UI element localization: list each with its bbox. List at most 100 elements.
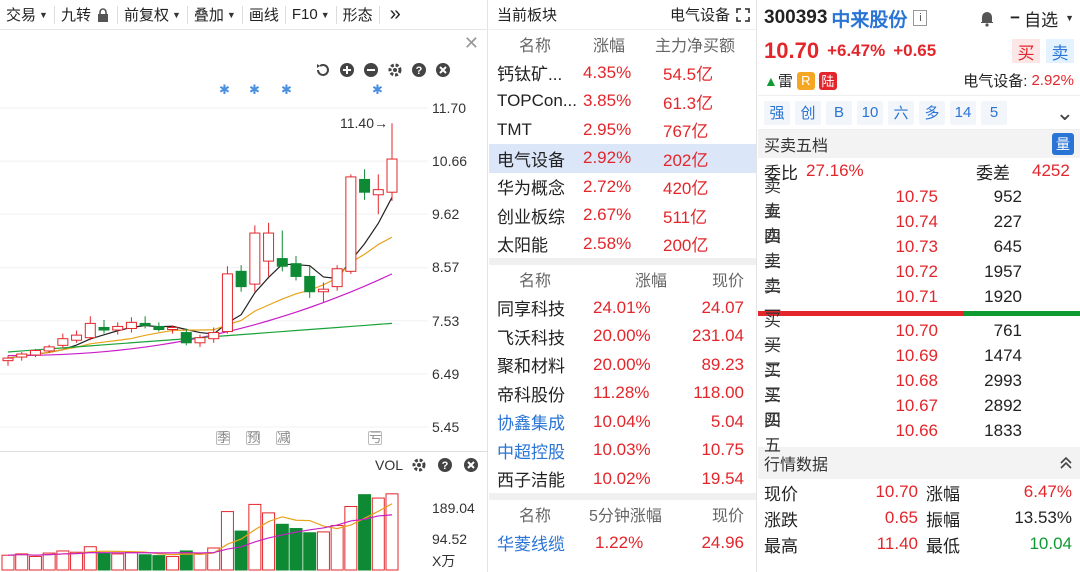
col-name[interactable]: 名称 [489,500,587,529]
stock-row[interactable]: 聚和材料 20.00% 89.23 [489,351,756,380]
collapse-up-icon[interactable] [1058,455,1074,471]
info-icon[interactable]: i [913,10,928,26]
close-circle-icon[interactable] [461,455,481,475]
sector-row[interactable]: TMT 2.95% 767亿 [489,116,756,145]
annotation-season[interactable]: 季 [216,431,230,445]
col-name[interactable]: 名称 [489,265,587,294]
stock-row[interactable]: 西子洁能 10.02% 19.54 [489,465,756,494]
mini-button[interactable]: 创 [795,100,821,125]
toolbar-adjust[interactable]: 前复权 ▼ [118,0,187,30]
buy-button[interactable]: 买 [1012,39,1040,63]
col-price[interactable]: 现价 [671,500,756,529]
sector-row[interactable]: TOPCon... 3.85% 61.3亿 [489,87,756,116]
zoom-in-icon[interactable] [337,60,357,80]
candlestick-chart[interactable] [0,0,488,572]
sector-amt: 54.5亿 [663,65,714,85]
stock-name[interactable]: 中来股份 [831,5,907,32]
expand-button[interactable]: » [380,0,411,30]
sector-name: 太阳能 [497,236,548,256]
stock-row[interactable]: 同享科技 24.01% 24.07 [489,294,756,323]
col-amt[interactable]: 主力净买额 [653,30,756,59]
bid-row[interactable]: 买四 10.67 2892 [758,386,1080,430]
col-pct[interactable]: 涨幅 [587,265,671,294]
mini-button[interactable]: 六 [888,100,914,125]
reset-icon[interactable] [313,60,333,80]
bid-row[interactable]: 买一 10.70 761 [758,311,1080,355]
ask-row[interactable]: 卖三 10.73 645 [758,227,1080,271]
volume-bar [330,525,344,571]
sector-row[interactable]: 华为概念 2.72% 420亿 [489,173,756,202]
mini-button[interactable]: B [826,100,852,125]
sector-label[interactable]: 电气设备: [963,70,1027,91]
stock-row[interactable]: 帝科股份 11.28% 118.00 [489,379,756,408]
tag-connect[interactable]: 陆 [818,71,837,90]
chevron-down-icon[interactable]: ⌄ [1056,101,1074,123]
toolbar-f10[interactable]: F10 ▼ [286,0,336,30]
ask-row[interactable]: 卖二 10.72 1957 [758,252,1080,296]
annotation-loss[interactable]: 亏 [368,431,382,445]
toolbar-overlay[interactable]: 叠加 ▼ [188,0,242,30]
quote-key: 最高 [764,536,798,556]
expand-icon[interactable] [736,7,750,22]
help-icon[interactable]: ? [409,60,429,80]
stock-row[interactable]: 飞沃科技 20.00% 231.04 [489,322,756,351]
mini-button[interactable]: 10 [857,100,883,125]
stock-price: 118.00 [693,383,744,403]
ask-row[interactable]: 卖一10.711920 [758,277,1080,321]
volume-label: VOL [374,457,403,473]
settings-icon[interactable] [409,455,429,475]
table-header: 名称 5分钟涨幅 现价 [489,500,756,529]
zoom-out-icon[interactable] [361,60,381,80]
bid-row[interactable]: 买二 10.69 1474 [758,336,1080,380]
volume-toggle-button[interactable]: 量 [1052,133,1074,155]
kline-panel: 交易 ▼ 九转 前复权 ▼ 叠加 ▼ 画线 F10 ▼ 形态 » ✕ ? ✱ ✱ ✱ ✱… [0,0,488,572]
watchlist-button[interactable]: − 自选 ▼ [1010,6,1074,31]
stock-row[interactable]: 中超控股 10.03% 10.75 [489,436,756,465]
toolbar-trade[interactable]: 交易 ▼ [0,0,54,30]
annotation-reduce[interactable]: 减 [276,431,290,445]
volume-header: VOL ? [375,455,487,475]
ask-row[interactable]: 卖五 10.75 952 [758,177,1080,221]
col-pct[interactable]: 涨幅 [577,30,653,59]
col-price[interactable]: 现价 [671,265,756,294]
bid-row[interactable]: 买五 10.66 1833 [758,411,1080,455]
sector-row[interactable]: 太阳能 2.58% 200亿 [489,230,756,259]
y-tick: 8.57 [432,259,460,275]
ma-line-10 [7,236,393,359]
col-name[interactable]: 名称 [489,30,577,59]
ask-row[interactable]: 卖四 10.74 227 [758,202,1080,246]
sell-button[interactable]: 卖 [1046,39,1074,63]
sector-row[interactable]: 钙钛矿... 4.35% 54.5亿 [489,59,756,88]
annotation-forecast[interactable]: 预 [246,431,260,445]
settings-icon[interactable] [385,60,405,80]
sector-header-right[interactable]: 电气设备 [670,4,750,25]
toolbar-pattern[interactable]: 形态 [337,0,379,30]
close-icon[interactable]: ✕ [464,33,479,54]
fivemin-pct: 1.22% [595,532,644,552]
bell-icon[interactable] [978,9,996,27]
candle-body [249,232,261,285]
toolbar-draw[interactable]: 画线 [243,0,285,30]
close-circle-icon[interactable] [433,60,453,80]
y-tick: 6.49 [432,366,460,382]
bid-row[interactable]: 买三 10.68 2993 [758,361,1080,405]
tag-thunder[interactable]: 雷 [778,70,793,91]
level-price: 10.70 [895,320,938,340]
stock-row[interactable]: 协鑫集成 10.04% 5.04 [489,408,756,437]
sector-row[interactable]: 创业板综 2.67% 511亿 [489,201,756,230]
col-pct[interactable]: 5分钟涨幅 [587,500,671,529]
candle-body [372,189,384,196]
sector-row[interactable]: 电气设备 2.92% 202亿 [489,144,756,173]
fivemin-name: 华菱线缆 [497,535,565,555]
mini-button[interactable]: 强 [764,100,790,125]
mini-button[interactable]: 多 [919,100,945,125]
fivemin-row[interactable]: 华菱线缆 1.22% 24.96 [489,529,756,558]
quote-key: 涨跌 [764,510,798,530]
mini-button[interactable]: 5 [981,100,1007,125]
toolbar-adjust-label: 前复权 [123,7,169,24]
tag-r[interactable]: R [796,71,815,90]
toolbar-nine-turn[interactable]: 九转 [55,0,117,30]
help-icon[interactable]: ? [435,455,455,475]
candle-body [263,232,275,262]
mini-button[interactable]: 14 [950,100,976,125]
